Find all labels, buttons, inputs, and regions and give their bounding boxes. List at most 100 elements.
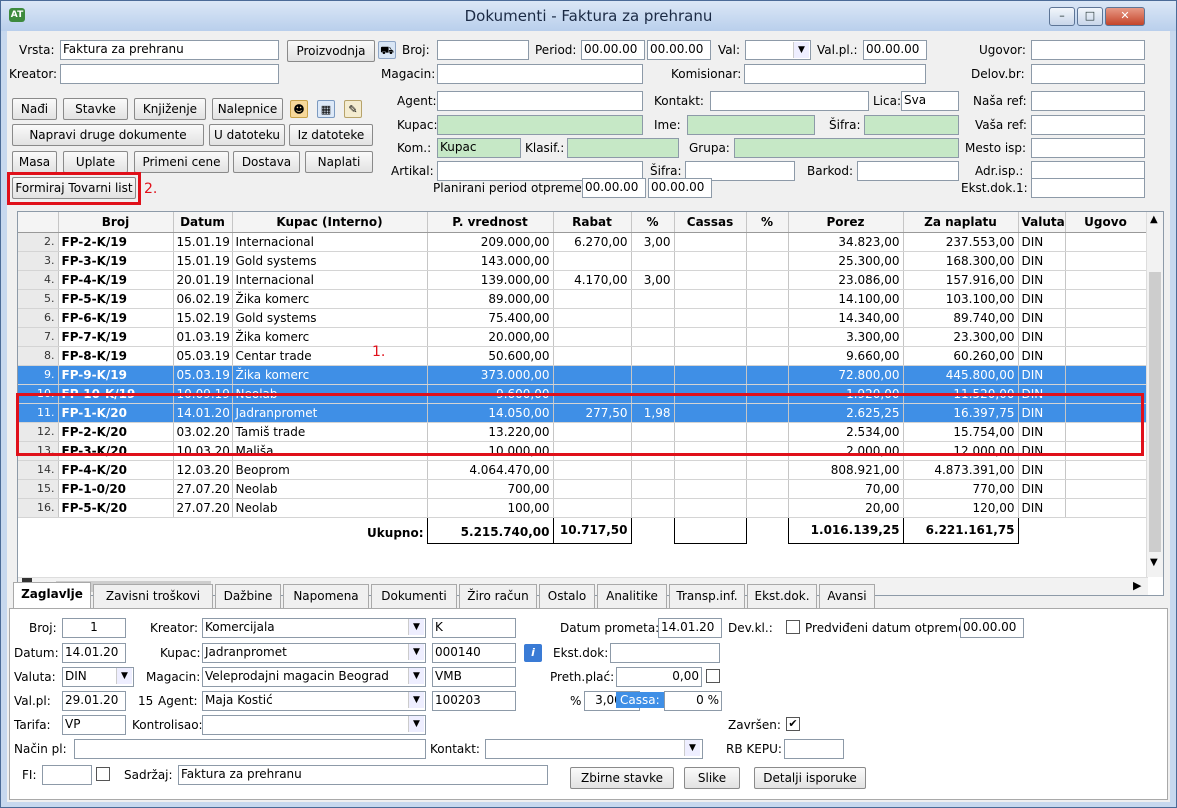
cell-zanapl[interactable]: 237.553,00 bbox=[903, 232, 1019, 252]
cell-kupac[interactable]: Neolab bbox=[232, 498, 428, 518]
cell-rabat[interactable] bbox=[553, 498, 632, 518]
broj-filter-input[interactable] bbox=[437, 40, 529, 60]
tab-analitike[interactable]: Analitike bbox=[597, 584, 667, 608]
zbirne-stavke-button[interactable]: Zbirne stavke bbox=[570, 767, 674, 789]
cell-cassas[interactable] bbox=[674, 460, 747, 480]
cell-cassas[interactable] bbox=[674, 289, 747, 309]
d-nacinpl-input[interactable] bbox=[74, 739, 426, 759]
cell-pv[interactable]: 209.000,00 bbox=[427, 232, 554, 252]
plan-from-input[interactable]: 00.00.00 bbox=[582, 178, 646, 198]
cell-pct[interactable] bbox=[631, 327, 675, 347]
cell-porez[interactable]: 20,00 bbox=[788, 498, 904, 518]
cell-val[interactable]: DIN bbox=[1018, 289, 1066, 309]
cell-pct[interactable] bbox=[631, 460, 675, 480]
table-row[interactable]: 4. FP-4-K/19 20.01.19 Internacional 139.000,… bbox=[18, 270, 1147, 290]
cell-pv[interactable]: 100,00 bbox=[427, 498, 554, 518]
cell-kupac[interactable]: Žika komerc bbox=[232, 289, 428, 309]
d-broj-input[interactable]: 1 bbox=[62, 618, 126, 638]
prethplac-checkbox[interactable] bbox=[706, 669, 720, 683]
cell-n[interactable]: 3. bbox=[18, 251, 59, 271]
cell-kupac[interactable]: Gold systems bbox=[232, 308, 428, 328]
minimize-icon[interactable]: – bbox=[1049, 7, 1075, 26]
column-header[interactable]: Datum bbox=[173, 212, 233, 233]
cell-pct[interactable] bbox=[631, 308, 675, 328]
cell-datum[interactable]: 05.03.19 bbox=[173, 346, 233, 366]
d-kontrolisao-select[interactable] bbox=[202, 715, 426, 735]
zavrsen-checkbox[interactable]: ✔ bbox=[786, 717, 800, 731]
d-kreator-code[interactable]: K bbox=[432, 618, 516, 638]
tab-da-bine[interactable]: Dažbine bbox=[215, 584, 281, 608]
fi-checkbox[interactable] bbox=[96, 767, 110, 781]
cell-pct[interactable]: 3,00 bbox=[631, 232, 675, 252]
table-row[interactable]: 2. FP-2-K/19 15.01.19 Internacional 209.000,… bbox=[18, 232, 1147, 252]
column-header[interactable]: Za naplatu bbox=[903, 212, 1019, 233]
naplati-button[interactable]: Naplati bbox=[305, 151, 373, 173]
d-fi-input[interactable] bbox=[42, 765, 92, 785]
proizvodnja-button[interactable]: Proizvodnja bbox=[287, 40, 375, 62]
cell-porez[interactable]: 3.300,00 bbox=[788, 327, 904, 347]
predvideni-checkbox[interactable] bbox=[786, 620, 800, 634]
d-magacin-code[interactable]: VMB bbox=[432, 667, 516, 687]
ime-input[interactable] bbox=[687, 115, 815, 135]
cell-cassas[interactable] bbox=[674, 308, 747, 328]
delovbr-input[interactable] bbox=[1031, 64, 1145, 84]
cell-zanapl[interactable]: 60.260,00 bbox=[903, 346, 1019, 366]
cell-val[interactable]: DIN bbox=[1018, 460, 1066, 480]
maximize-icon[interactable]: □ bbox=[1077, 7, 1103, 26]
column-header[interactable]: Broj bbox=[58, 212, 174, 233]
scroll-up-icon[interactable]: ▲ bbox=[1150, 214, 1158, 225]
kontakt-filter-input[interactable] bbox=[710, 91, 869, 111]
cell-ugovor[interactable] bbox=[1065, 498, 1147, 518]
cell-pct[interactable]: 3,00 bbox=[631, 270, 675, 290]
cell-rabat[interactable] bbox=[553, 365, 632, 385]
lica-input[interactable]: Sva bbox=[901, 91, 959, 111]
cell-cassas[interactable] bbox=[674, 251, 747, 271]
ugovor-input[interactable] bbox=[1031, 40, 1145, 60]
plan-to-input[interactable]: 00.00.00 bbox=[648, 178, 712, 198]
cell-pct[interactable] bbox=[631, 365, 675, 385]
cell-pct2[interactable] bbox=[746, 251, 789, 271]
cell-zanapl[interactable]: 89.740,00 bbox=[903, 308, 1019, 328]
cell-ugovor[interactable] bbox=[1065, 327, 1147, 347]
cell-datum[interactable]: 15.02.19 bbox=[173, 308, 233, 328]
cell-broj[interactable]: FP-9-K/19 bbox=[58, 365, 174, 385]
cell-val[interactable]: DIN bbox=[1018, 498, 1066, 518]
column-header[interactable]: P. vrednost bbox=[427, 212, 554, 233]
cell-rabat[interactable] bbox=[553, 479, 632, 499]
table-row[interactable]: 15. FP-1-0/20 27.07.20 Neolab 700,00 70,00 770… bbox=[18, 479, 1147, 499]
tab-dokumenti[interactable]: Dokumenti bbox=[371, 584, 457, 608]
cell-pct2[interactable] bbox=[746, 346, 789, 366]
cell-pct[interactable] bbox=[631, 251, 675, 271]
cell-broj[interactable]: FP-7-K/19 bbox=[58, 327, 174, 347]
cell-n[interactable]: 4. bbox=[18, 270, 59, 290]
tab-transp-inf-[interactable]: Transp.inf. bbox=[669, 584, 745, 608]
column-header[interactable]: % bbox=[631, 212, 675, 233]
cell-cassas[interactable] bbox=[674, 498, 747, 518]
d-kontakt-select[interactable] bbox=[485, 739, 703, 759]
magacin-filter-input[interactable] bbox=[437, 64, 643, 84]
d-kupac-code[interactable]: 000140 bbox=[432, 643, 516, 663]
cell-porez[interactable]: 9.660,00 bbox=[788, 346, 904, 366]
cell-cassas[interactable] bbox=[674, 232, 747, 252]
stavke-button[interactable]: Stavke bbox=[63, 98, 128, 120]
napravi-dokumente-button[interactable]: Napravi druge dokumente bbox=[12, 124, 204, 146]
cell-rabat[interactable]: 6.270,00 bbox=[553, 232, 632, 252]
cell-val[interactable]: DIN bbox=[1018, 232, 1066, 252]
kreator-input[interactable] bbox=[60, 64, 279, 84]
cell-cassas[interactable] bbox=[674, 327, 747, 347]
cell-rabat[interactable] bbox=[553, 308, 632, 328]
cell-zanapl[interactable]: 120,00 bbox=[903, 498, 1019, 518]
column-header[interactable]: % bbox=[746, 212, 789, 233]
cell-zanapl[interactable]: 4.873.391,00 bbox=[903, 460, 1019, 480]
cell-pct2[interactable] bbox=[746, 365, 789, 385]
tab-ostalo[interactable]: Ostalo bbox=[539, 584, 595, 608]
d-agent-code[interactable]: 100203 bbox=[432, 691, 516, 711]
cell-datum[interactable]: 15.01.19 bbox=[173, 232, 233, 252]
cell-pct[interactable] bbox=[631, 479, 675, 499]
val-select[interactable]: ▼ bbox=[745, 40, 811, 60]
cell-ugovor[interactable] bbox=[1065, 289, 1147, 309]
info-icon[interactable]: i bbox=[524, 644, 542, 662]
cell-ugovor[interactable] bbox=[1065, 460, 1147, 480]
d-datum-input[interactable]: 14.01.20 bbox=[62, 643, 126, 663]
cell-n[interactable]: 14. bbox=[18, 460, 59, 480]
